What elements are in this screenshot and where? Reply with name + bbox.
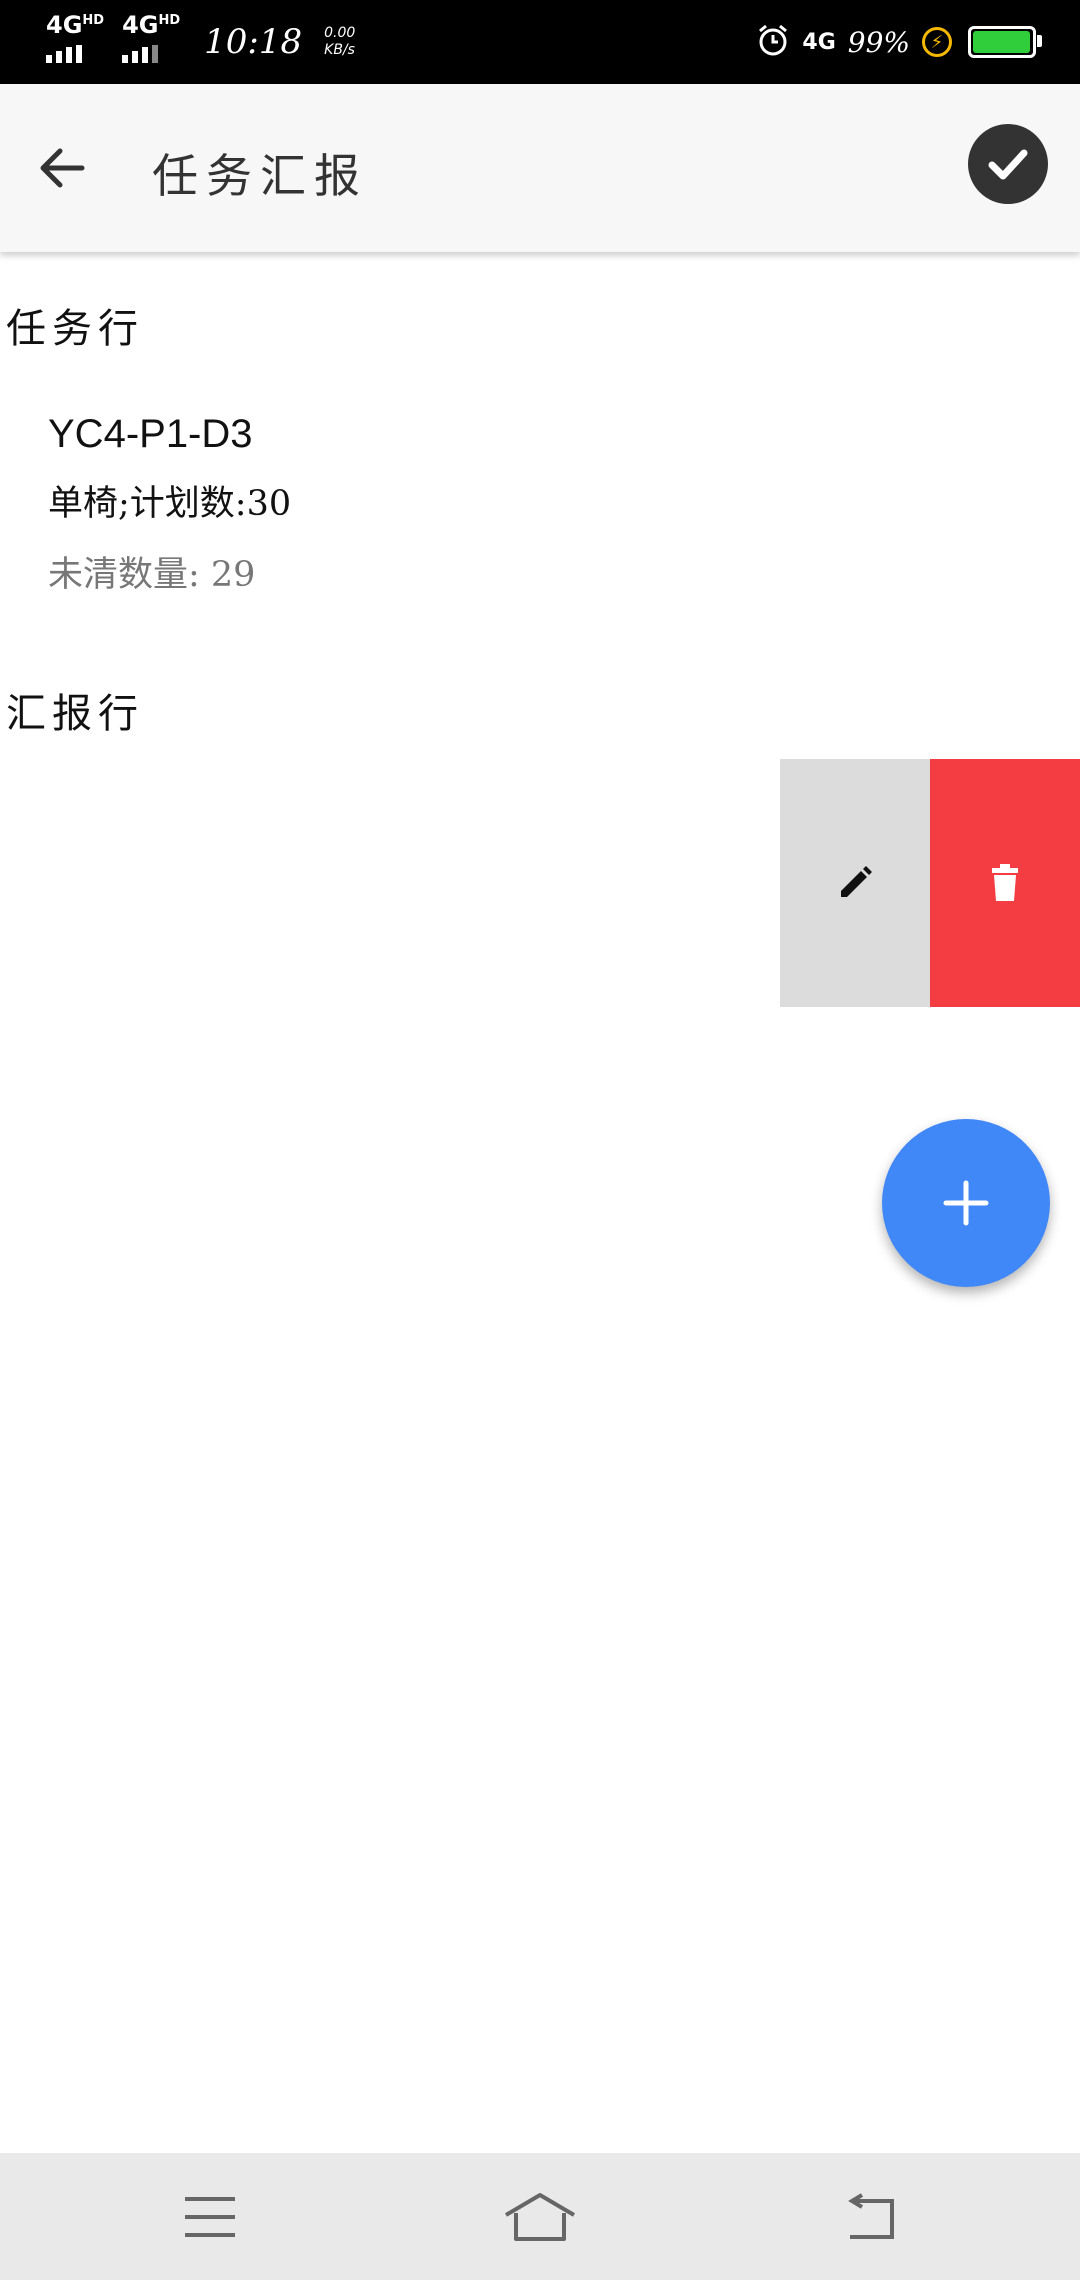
plus-icon xyxy=(943,1180,989,1226)
home-icon xyxy=(504,2192,576,2241)
menu-icon xyxy=(185,2196,235,2237)
nav-back-button[interactable] xyxy=(810,2153,930,2280)
network-speed: 0.00 KB/s xyxy=(324,25,355,59)
edit-button[interactable] xyxy=(780,759,930,1007)
nav-menu-button[interactable] xyxy=(150,2153,270,2280)
battery-percent: 99% xyxy=(847,25,910,59)
speed-unit: KB/s xyxy=(324,42,355,58)
battery-icon xyxy=(968,26,1042,58)
signal-1-sup: HD xyxy=(82,13,105,28)
network-type: 4G xyxy=(802,29,836,55)
back-icon xyxy=(848,2192,894,2239)
clock-time: 10:18 xyxy=(204,22,303,62)
signal-bars-icon xyxy=(122,45,159,63)
task-item[interactable]: YC4-P1-D3 单椅;计划数:30 未清数量: 29 xyxy=(48,412,291,597)
signal-2-sup: HD xyxy=(158,13,181,28)
status-bar: 4GHD 4GHD 10:18 0.00 KB/s 4G 99% ⚡ xyxy=(0,0,1080,84)
report-row-swipe-actions xyxy=(780,759,1080,1007)
report-section-label: 汇报行 xyxy=(6,691,144,737)
battery-fill xyxy=(973,31,1031,53)
signal-bars-icon xyxy=(46,45,82,63)
speed-value: 0.00 xyxy=(324,25,356,42)
pencil-icon xyxy=(841,866,872,897)
signal-2: 4GHD xyxy=(122,13,180,63)
alarm-icon xyxy=(756,23,790,61)
task-unclear-qty: 未清数量: 29 xyxy=(48,555,256,595)
status-left: 4GHD 4GHD 10:18 0.00 KB/s xyxy=(46,0,355,84)
task-code: YC4-P1-D3 xyxy=(48,412,253,456)
signal-1: 4GHD xyxy=(46,13,104,63)
delete-button[interactable] xyxy=(930,759,1080,1007)
navigation-bar xyxy=(0,2153,1080,2280)
confirm-button[interactable] xyxy=(968,124,1048,204)
trash-icon xyxy=(992,864,1018,901)
page-title: 任务汇报 xyxy=(152,149,368,203)
signal-1-label: 4G xyxy=(46,11,83,39)
signal-2-label: 4G xyxy=(122,11,159,39)
charging-icon: ⚡ xyxy=(922,27,952,57)
add-report-fab[interactable] xyxy=(882,1119,1050,1287)
task-meta: 单椅;计划数:30 xyxy=(48,484,292,524)
status-right: 4G 99% ⚡ xyxy=(756,0,1042,84)
arrow-left-icon xyxy=(40,148,85,188)
check-icon xyxy=(988,149,1028,180)
task-section-label: 任务行 xyxy=(6,306,144,352)
nav-home-button[interactable] xyxy=(480,2153,600,2280)
back-button[interactable] xyxy=(22,128,102,208)
app-bar: 任务汇报 xyxy=(0,84,1080,252)
